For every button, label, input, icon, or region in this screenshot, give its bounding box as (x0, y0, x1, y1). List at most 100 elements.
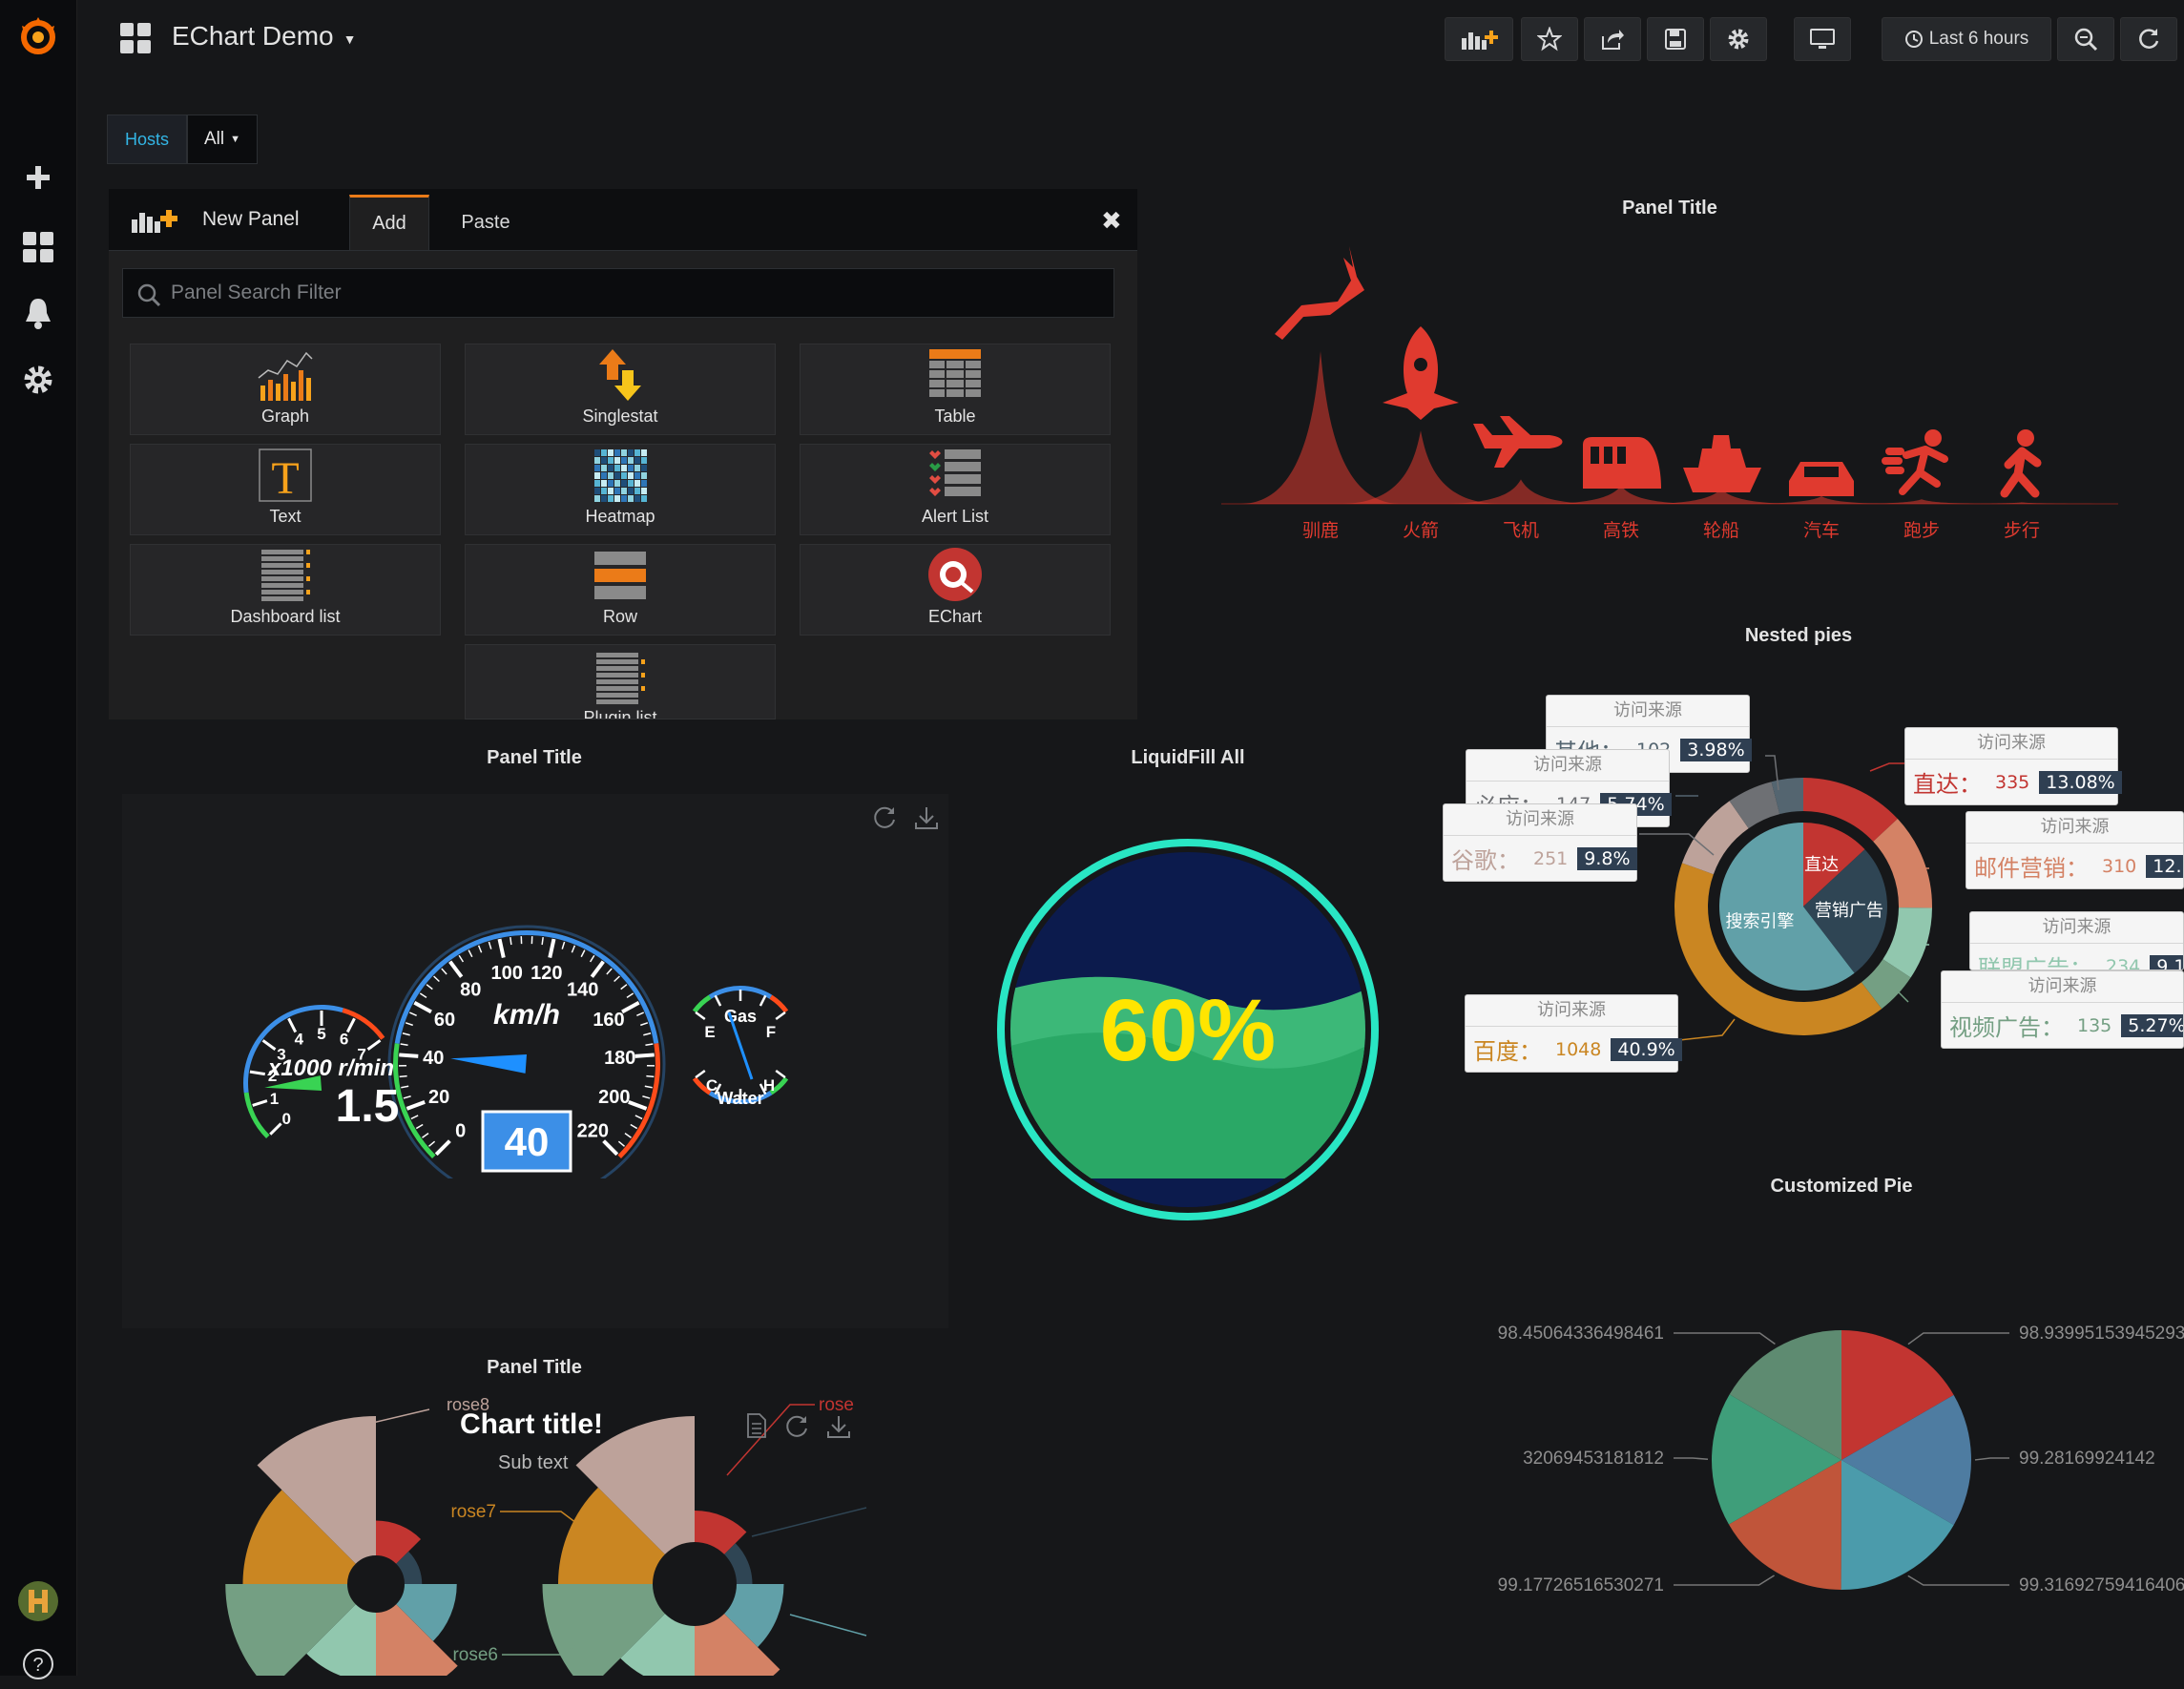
download-icon[interactable] (824, 1412, 853, 1446)
zoom-out-button[interactable] (2057, 17, 2114, 61)
avatar[interactable] (13, 1576, 63, 1626)
dashboard-title[interactable]: EChart Demo ▼ (172, 21, 356, 52)
plugin-list-icon (593, 651, 648, 706)
heatmap-cell (641, 472, 647, 479)
speed-minor-tick (635, 1116, 642, 1118)
panel-type-row[interactable]: Row (465, 544, 776, 636)
save-button[interactable] (1647, 17, 1704, 61)
plus-icon[interactable] (13, 153, 63, 202)
panel-type-echart[interactable]: EChart (800, 544, 1111, 636)
close-icon[interactable]: ✖ (1101, 206, 1122, 236)
panel-type-alert-list[interactable]: Alert List (800, 444, 1111, 535)
panel-type-text[interactable]: T Text (130, 444, 441, 535)
pie-slice-label: 99.31692759416406 (2019, 1575, 2184, 1595)
heatmap-cell (608, 457, 614, 464)
share-button[interactable] (1584, 17, 1641, 61)
heatmap-cell (641, 457, 647, 464)
speed-tick-label: 200 (598, 1087, 630, 1108)
share-icon (1600, 27, 1625, 52)
panel-type-table[interactable]: Table (800, 344, 1111, 435)
panel-type-plugin-list[interactable]: Plugin list (465, 644, 776, 719)
heatmap-cell (614, 472, 620, 479)
star-button[interactable] (1521, 17, 1578, 61)
panel-type-singlestat[interactable]: Singlestat (465, 344, 776, 435)
heatmap-cell (621, 465, 627, 471)
tooltip-name: 联盟广告 (1978, 949, 2070, 970)
heatmap-cell (634, 465, 640, 471)
tab-add[interactable]: Add (349, 195, 429, 250)
panel-type-label: Singlestat (582, 407, 657, 427)
tooltip-direct: 访问来源 直达：33513.08% (1904, 727, 2118, 805)
refresh-button[interactable] (2120, 17, 2177, 61)
heatmap-cell (594, 488, 600, 494)
liquidfill-chart: 60% (992, 834, 1383, 1225)
panel-type-label: Graph (261, 407, 309, 427)
fuel-tick (716, 995, 720, 1006)
panel-search-input[interactable]: Panel Search Filter (122, 268, 1114, 318)
panel-type-graph[interactable]: Graph (130, 344, 441, 435)
help-icon[interactable]: ? (13, 1639, 63, 1689)
speed-tick-label: 60 (434, 1010, 455, 1031)
chart-title: Chart title! (460, 1408, 603, 1441)
fuel-tick (776, 1012, 785, 1019)
car-window (1804, 467, 1839, 477)
time-picker-button[interactable]: Last 6 hours (1882, 17, 2051, 61)
heatmap-cell (641, 449, 647, 456)
tooltip-video: 访问来源 视频广告：1355.27% (1941, 970, 2184, 1049)
airplane-icon (1473, 416, 1563, 468)
heatmap-cell (594, 449, 600, 456)
tab-paste[interactable]: Paste (443, 195, 529, 250)
tooltip-value: 135 (2077, 1015, 2111, 1036)
view-mode-button[interactable] (1794, 17, 1851, 61)
refresh-icon (2136, 27, 2161, 52)
tooltip-title: 访问来源 (1905, 728, 2117, 760)
heatmap-cell (594, 480, 600, 487)
bell-icon[interactable] (13, 288, 63, 338)
tooltip-title: 访问来源 (1466, 995, 1677, 1027)
speed-minor-tick (479, 946, 482, 952)
tooltip-value: 234 (2106, 956, 2140, 971)
tooltip-value: 310 (2102, 856, 2136, 877)
new-panel-header: New Panel Add Paste ✖ (109, 189, 1137, 251)
gear-icon[interactable] (13, 355, 63, 405)
running-icon (1885, 449, 1945, 491)
panel-type-heatmap[interactable]: Heatmap (465, 444, 776, 535)
settings-button[interactable] (1710, 17, 1767, 61)
pie-slice-label: 98.45064336498461 (1498, 1324, 1664, 1344)
rose-leader-line (790, 1615, 866, 1636)
heatmap-cell (614, 488, 620, 494)
rpm-gauge-arc (244, 1093, 270, 1138)
heatmap-cell (628, 488, 634, 494)
add-panel-button[interactable] (1445, 17, 1513, 61)
speed-minor-tick (401, 1044, 408, 1045)
tooltip-percent: 13.08% (2039, 771, 2121, 794)
grafana-logo-icon[interactable] (13, 11, 63, 61)
heatmap-cell (628, 449, 634, 456)
speed-minor-tick (403, 1033, 410, 1035)
panel-type-label: Row (603, 607, 637, 627)
panel-type-dashboard-list[interactable]: Dashboard list (130, 544, 441, 636)
speed-minor-tick (428, 1141, 434, 1146)
speed-minor-tick (416, 1125, 423, 1129)
heatmap-cell (594, 472, 600, 479)
variable-select[interactable]: All ▼ (187, 115, 258, 164)
tooltip-percent: 3.98% (1680, 739, 1751, 761)
restore-icon[interactable] (782, 1412, 811, 1446)
heatmap-cell (628, 472, 634, 479)
liquid-bottom (992, 1178, 1383, 1217)
variable-value: All (204, 129, 224, 150)
speed-minor-tick (489, 942, 490, 949)
speed-major-tick (436, 1141, 449, 1155)
speed-minor-tick (627, 993, 634, 997)
restore-icon[interactable] (870, 803, 899, 837)
tooltip-title: 访问来源 (1966, 812, 2183, 844)
speed-minor-tick (426, 985, 432, 990)
download-icon[interactable] (912, 803, 941, 837)
data-view-icon[interactable] (744, 1412, 769, 1444)
temp-label: Water (717, 1089, 763, 1108)
speed-major-tick (592, 962, 603, 977)
speed-tick-label: 180 (604, 1048, 635, 1069)
tooltip-percent: 12.1% (2146, 855, 2184, 878)
speed-major-tick (500, 939, 504, 958)
dashboards-icon[interactable] (13, 222, 63, 272)
